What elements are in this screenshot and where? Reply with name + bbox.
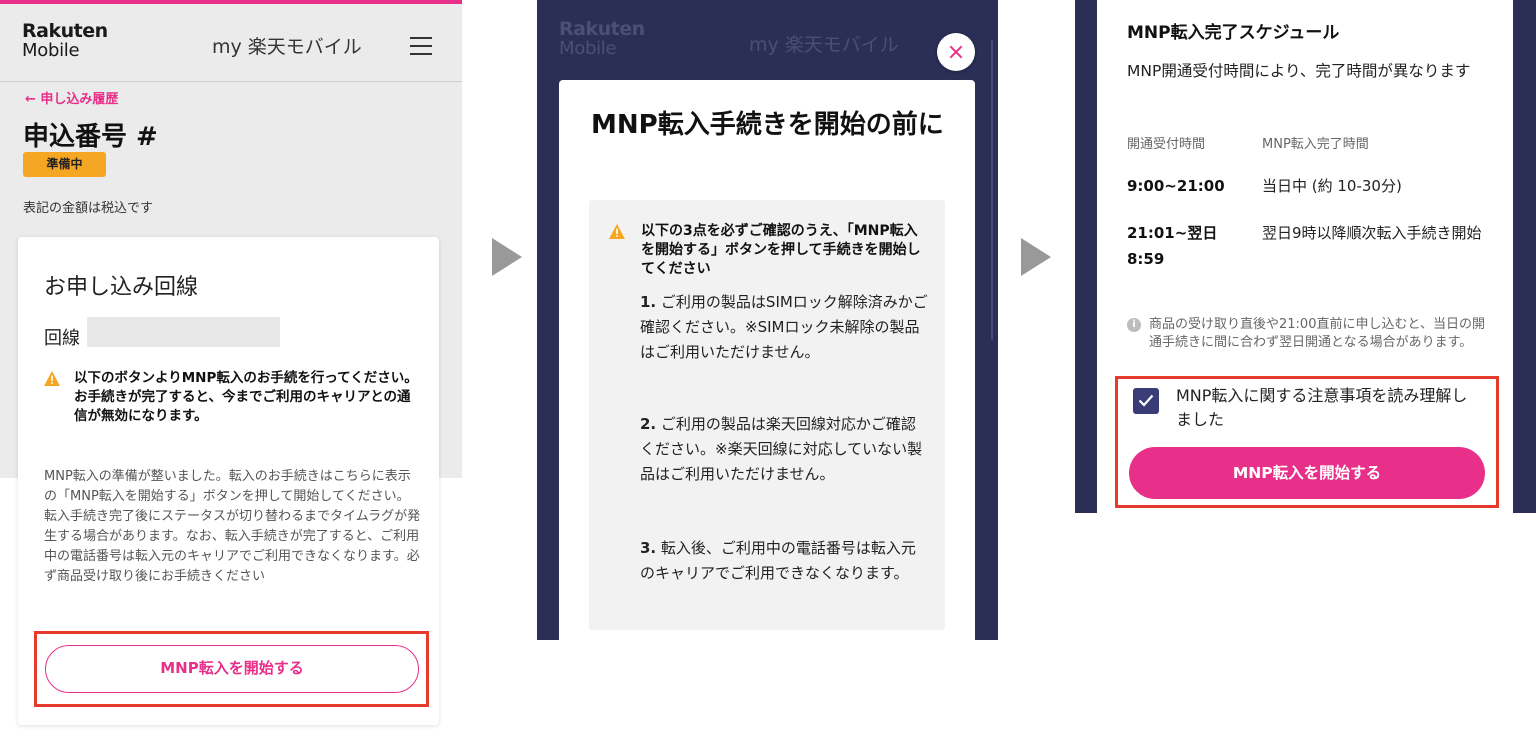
col-header-reception: 開通受付時間: [1127, 137, 1206, 152]
checklist-warning: 以下の3点を必ずご確認のうえ、「MNP転入を開始する」ボタンを押して手続きを開始…: [609, 222, 929, 279]
warning-icon: [44, 371, 60, 386]
checklist-item: 2. ご利用の製品は楽天回線対応かご確認ください。※楽天回線に対応していない製品…: [640, 415, 923, 483]
checklist-item: 3. 転入後、ご利用中の電話番号は転入元のキャリアでご利用できなくなります。: [640, 539, 916, 582]
schedule-time-cell: 21:01~翌日8:59: [1127, 224, 1218, 268]
highlight-box: MNP転入を開始する: [34, 631, 429, 707]
order-detail-screen: Rakuten Mobile my 楽天モバイル ← 申し込み履歴 申込番号 #…: [0, 0, 462, 744]
start-mnp-button[interactable]: MNP転入を開始する: [1129, 447, 1485, 499]
agree-checkbox[interactable]: [1133, 388, 1159, 414]
checklist-item: 1. ご利用の製品はSIMロック解除済みかご確認ください。※SIMロック未解除の…: [640, 293, 928, 361]
checklist-box: 以下の3点を必ずご確認のうえ、「MNP転入を開始する」ボタンを押して手続きを開始…: [589, 200, 945, 630]
back-to-history-link[interactable]: ← 申し込み履歴: [25, 88, 118, 107]
highlight-box: MNP転入に関する注意事項を読み理解しました MNP転入を開始する: [1115, 376, 1499, 508]
start-mnp-button[interactable]: MNP転入を開始する: [45, 645, 419, 693]
schedule-result-cell: 翌日9時以降順次転入手続き開始: [1262, 224, 1482, 242]
close-icon[interactable]: [937, 33, 975, 71]
application-line-card: お申し込み回線 回線 以下のボタンよりMNP転入のお手続を行ってください。お手続…: [18, 237, 439, 725]
schedule-note: i 商品の受け取り直後や21:00直前に申し込むと、当日の開通手続きに間に合わず…: [1127, 316, 1487, 352]
order-number-title: 申込番号 #: [23, 122, 158, 152]
mnp-confirm-modal-screen: Rakuten Mobile my 楽天モバイル MNP転入手続きを開始の前に …: [537, 0, 998, 640]
arrow-right-icon: [1021, 238, 1051, 276]
mnp-description: MNP転入の準備が整いました。転入のお手続きはこちらに表示の「MNP転入を開始す…: [44, 469, 421, 584]
app-header: Rakuten Mobile my 楽天モバイル: [0, 4, 462, 82]
confirm-modal: MNP転入手続きを開始の前に 以下の3点を必ずご確認のうえ、「MNP転入を開始す…: [559, 80, 975, 640]
modal-title: MNP転入手続きを開始の前に: [591, 110, 944, 140]
modal-content: MNP転入完了スケジュール MNP開通受付時間により、完了時間が異なります 開通…: [1097, 0, 1513, 513]
status-badge: 準備中: [23, 152, 106, 177]
line-label: 回線: [44, 328, 80, 349]
app-title: my 楽天モバイル: [212, 36, 362, 58]
card-title: お申し込み回線: [44, 275, 199, 300]
agree-checkbox-label[interactable]: MNP転入に関する注意事項を読み理解しました: [1176, 384, 1481, 432]
mnp-schedule-screen: MNP転入完了スケジュール MNP開通受付時間により、完了時間が異なります 開通…: [1075, 0, 1536, 513]
scrollbar[interactable]: [991, 40, 993, 340]
app-title-dimmed: my 楽天モバイル: [749, 34, 899, 56]
tax-note: 表記の金額は税込です: [23, 201, 154, 216]
col-header-completion: MNP転入完了時間: [1262, 137, 1369, 152]
schedule-description: MNP開通受付時間により、完了時間が異なります: [1127, 62, 1471, 80]
arrow-right-icon: [492, 238, 522, 276]
schedule-result-cell: 当日中 (約 10-30分): [1262, 177, 1402, 195]
hamburger-menu-icon[interactable]: [410, 37, 432, 55]
mnp-warning: 以下のボタンよりMNP転入のお手続を行ってください。お手続きが完了すると、今まで…: [44, 369, 424, 426]
schedule-title: MNP転入完了スケジュール: [1127, 23, 1340, 43]
checkmark-icon: [1138, 394, 1154, 407]
info-icon: i: [1127, 318, 1141, 332]
rakuten-mobile-logo-dimmed: Rakuten Mobile: [559, 18, 645, 59]
warning-icon: [609, 224, 625, 239]
line-number-redacted: [87, 317, 280, 347]
rakuten-mobile-logo[interactable]: Rakuten Mobile: [22, 21, 108, 61]
schedule-time-cell: 9:00~21:00: [1127, 177, 1225, 195]
